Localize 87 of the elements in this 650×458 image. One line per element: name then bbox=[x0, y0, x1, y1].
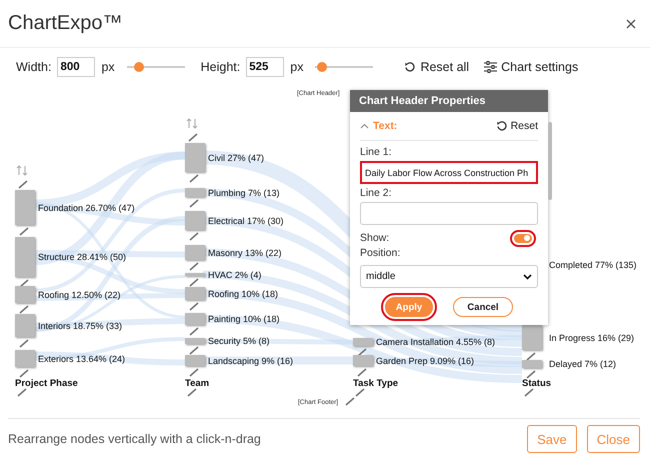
size-label: Width: bbox=[16, 60, 52, 74]
pencil-icon[interactable] bbox=[189, 368, 199, 377]
sankey-node[interactable] bbox=[185, 355, 205, 366]
pencil-icon[interactable] bbox=[18, 180, 28, 189]
sankey-node[interactable] bbox=[185, 287, 205, 300]
pencil-icon[interactable] bbox=[357, 348, 367, 357]
show-toggle[interactable] bbox=[514, 234, 532, 243]
reset-button[interactable]: Reset bbox=[496, 120, 538, 132]
reset-icon bbox=[496, 120, 508, 132]
field-label: Line 1: bbox=[360, 146, 393, 158]
height-input[interactable]: 525 bbox=[246, 56, 284, 76]
node-label: In Progress 16% (29) bbox=[549, 332, 634, 342]
column-title: Task Type bbox=[353, 378, 398, 389]
sankey-node[interactable] bbox=[185, 273, 205, 276]
node-label: Roofing 10% (18) bbox=[208, 288, 278, 298]
pencil-icon[interactable] bbox=[189, 232, 199, 241]
width-input[interactable]: 800 bbox=[57, 56, 96, 76]
slider-thumb[interactable] bbox=[317, 62, 328, 72]
sankey-node[interactable] bbox=[185, 245, 205, 260]
pencil-icon[interactable] bbox=[19, 279, 29, 288]
position-select[interactable]: middle bbox=[360, 265, 538, 288]
node-label: Plumbing 7% (13) bbox=[208, 188, 280, 198]
column-title: Status bbox=[522, 378, 552, 389]
field-label: Position: bbox=[360, 247, 402, 260]
sankey-node[interactable] bbox=[185, 143, 205, 172]
node-label: HVAC 2% (4) bbox=[208, 270, 262, 280]
node-label: Masonry 13% (22) bbox=[208, 248, 282, 258]
sankey-node[interactable] bbox=[15, 237, 35, 277]
sankey-node[interactable] bbox=[15, 350, 35, 367]
pencil-icon[interactable] bbox=[189, 199, 199, 208]
cancel-button[interactable]: Cancel bbox=[453, 297, 513, 317]
pencil-icon[interactable] bbox=[19, 305, 29, 314]
slider-thumb[interactable] bbox=[134, 62, 144, 72]
pencil-icon[interactable] bbox=[19, 339, 29, 348]
close-button[interactable] bbox=[624, 16, 638, 30]
node-label: Delayed 7% (12) bbox=[549, 359, 616, 369]
sankey-node[interactable] bbox=[522, 325, 542, 350]
sankey-node[interactable] bbox=[522, 360, 542, 368]
field-label: Show: bbox=[360, 232, 390, 244]
popup-title: Chart Header Properties bbox=[350, 90, 548, 112]
pencil-icon[interactable] bbox=[187, 388, 197, 397]
size-label: Height: bbox=[200, 60, 240, 74]
chevron-up-icon bbox=[360, 123, 369, 129]
chevron-down-icon bbox=[523, 274, 532, 280]
close-icon bbox=[626, 18, 636, 28]
chart-settings-button[interactable]: Chart settings bbox=[484, 60, 578, 74]
pencil-icon[interactable] bbox=[188, 133, 198, 142]
node-label: Camera Installation 4.55% (8) bbox=[376, 337, 496, 347]
unit-label: px bbox=[290, 60, 304, 74]
field-label: Line 2: bbox=[360, 187, 393, 200]
sort-icon[interactable] bbox=[186, 118, 198, 129]
node-label: Landscaping 9% (16) bbox=[208, 356, 294, 366]
text-input-field[interactable]: Daily Labor Flow Across Construction Ph bbox=[360, 161, 538, 184]
node-label: Foundation 26.70% (47) bbox=[38, 202, 135, 212]
pencil-icon[interactable] bbox=[357, 368, 367, 377]
sankey-node[interactable] bbox=[185, 211, 205, 230]
hint-text: Rearrange nodes vertically with a click-n-drag bbox=[8, 432, 261, 446]
node-label: Exteriors 13.64% (24) bbox=[38, 354, 126, 364]
sankey-node[interactable] bbox=[185, 313, 205, 325]
node-label: Security 5% (8) bbox=[208, 336, 270, 346]
text-input-field[interactable] bbox=[360, 202, 538, 226]
sort-icon[interactable] bbox=[16, 165, 28, 176]
unit-label: px bbox=[101, 60, 115, 74]
node-label: Civil 27% (47) bbox=[208, 152, 264, 162]
pencil-icon[interactable] bbox=[189, 302, 199, 311]
sankey-node[interactable] bbox=[353, 355, 373, 366]
window-title: ChartExpo™ bbox=[8, 12, 122, 35]
sankey-node[interactable] bbox=[185, 188, 205, 197]
column-title: Team bbox=[185, 378, 210, 389]
sankey-node[interactable] bbox=[15, 190, 35, 225]
sankey-node[interactable] bbox=[15, 286, 35, 303]
node-label: Garden Prep 9.09% (16) bbox=[376, 356, 474, 366]
reset-all-button[interactable]: Reset all bbox=[404, 60, 470, 74]
reset-icon bbox=[404, 60, 416, 72]
node-label: Electrical 17% (30) bbox=[208, 216, 284, 226]
sankey-node[interactable] bbox=[353, 338, 373, 346]
node-label: Roofing 12.50% (22) bbox=[38, 290, 121, 300]
sliders-icon bbox=[484, 60, 498, 72]
sankey-node[interactable] bbox=[185, 338, 205, 344]
node-label: Completed 77% (135) bbox=[549, 260, 637, 270]
sankey-node[interactable] bbox=[15, 314, 35, 337]
column-title: Project Phase bbox=[15, 378, 78, 389]
pencil-icon[interactable] bbox=[19, 227, 29, 236]
node-label: Structure 28.41% (50) bbox=[38, 252, 126, 262]
pencil-icon[interactable] bbox=[189, 174, 199, 183]
node-label: Interiors 18.75% (33) bbox=[38, 320, 122, 330]
node-label: Painting 10% (18) bbox=[208, 314, 280, 324]
